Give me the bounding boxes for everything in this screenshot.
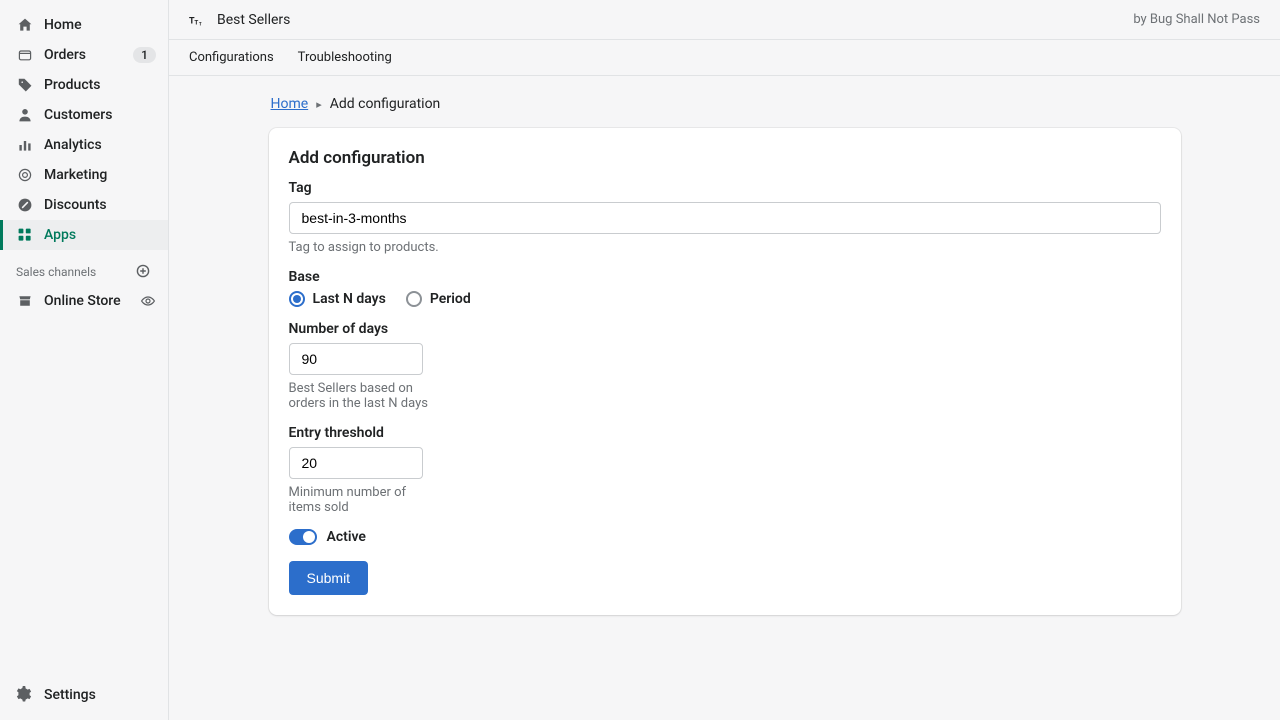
- svg-text:T: T: [194, 18, 198, 26]
- radio-last-n-days[interactable]: Last N days: [289, 291, 386, 307]
- store-icon: [16, 292, 34, 310]
- sidebar-item-marketing[interactable]: Marketing: [0, 160, 168, 190]
- tab-configurations[interactable]: Configurations: [189, 42, 274, 73]
- analytics-icon: [16, 136, 34, 154]
- breadcrumb-current: Add configuration: [330, 96, 441, 112]
- svg-text:T: T: [199, 21, 202, 27]
- radio-icon: [406, 291, 422, 307]
- sidebar-item-label: Products: [44, 77, 101, 93]
- apps-icon: [16, 226, 34, 244]
- days-label: Number of days: [289, 321, 1161, 337]
- sidebar-item-label: Orders: [44, 47, 86, 63]
- sidebar-item-label: Apps: [44, 227, 76, 243]
- submit-button[interactable]: Submit: [289, 561, 369, 595]
- threshold-label: Entry threshold: [289, 425, 1161, 441]
- sidebar-item-analytics[interactable]: Analytics: [0, 130, 168, 160]
- threshold-input[interactable]: [289, 447, 423, 479]
- base-label: Base: [289, 269, 1161, 285]
- sales-channels-heading: Sales channels: [0, 250, 168, 286]
- channel-label: Online Store: [44, 293, 121, 309]
- app-title: Best Sellers: [217, 12, 290, 28]
- eye-icon[interactable]: [140, 293, 156, 309]
- card-title: Add configuration: [289, 148, 1161, 168]
- home-icon: [16, 16, 34, 34]
- config-card: Add configuration Tag Tag to assign to p…: [269, 128, 1181, 615]
- sidebar-item-label: Analytics: [44, 137, 102, 153]
- breadcrumb-home[interactable]: Home: [271, 96, 309, 112]
- radio-label: Period: [430, 291, 471, 307]
- tag-input[interactable]: [289, 202, 1161, 234]
- sidebar-item-label: Marketing: [44, 167, 107, 183]
- sidebar-item-label: Home: [44, 17, 82, 33]
- radio-period[interactable]: Period: [406, 291, 471, 307]
- sidebar-item-products[interactable]: Products: [0, 70, 168, 100]
- sidebar-item-label: Customers: [44, 107, 112, 123]
- sidebar: Home Orders 1 Products Customers Analyti…: [0, 0, 169, 720]
- app-icon: TTT: [189, 13, 207, 27]
- chevron-right-icon: ▸: [316, 98, 322, 111]
- byline: by Bug Shall Not Pass: [1133, 12, 1260, 27]
- sidebar-settings[interactable]: Settings: [0, 680, 168, 710]
- orders-badge: 1: [133, 47, 156, 63]
- active-label: Active: [327, 529, 366, 545]
- customers-icon: [16, 106, 34, 124]
- channel-online-store[interactable]: Online Store: [0, 286, 168, 316]
- topbar: TTT Best Sellers by Bug Shall Not Pass: [169, 0, 1280, 40]
- days-input[interactable]: [289, 343, 423, 375]
- active-toggle[interactable]: [289, 529, 317, 545]
- threshold-help: Minimum number of items sold: [289, 485, 429, 515]
- sidebar-item-home[interactable]: Home: [0, 10, 168, 40]
- sidebar-item-label: Discounts: [44, 197, 107, 213]
- settings-icon: [16, 686, 34, 704]
- products-icon: [16, 76, 34, 94]
- days-help: Best Sellers based on orders in the last…: [289, 381, 429, 411]
- sidebar-item-customers[interactable]: Customers: [0, 100, 168, 130]
- orders-icon: [16, 46, 34, 64]
- settings-label: Settings: [44, 687, 96, 703]
- breadcrumb: Home ▸ Add configuration: [269, 96, 1181, 112]
- tabbar: Configurations Troubleshooting: [169, 40, 1280, 76]
- add-channel-button[interactable]: [136, 264, 152, 280]
- sidebar-item-discounts[interactable]: Discounts: [0, 190, 168, 220]
- sidebar-item-orders[interactable]: Orders 1: [0, 40, 168, 70]
- sidebar-item-apps[interactable]: Apps: [0, 220, 168, 250]
- radio-label: Last N days: [313, 291, 386, 307]
- discounts-icon: [16, 196, 34, 214]
- tab-troubleshooting[interactable]: Troubleshooting: [298, 42, 392, 73]
- tag-label: Tag: [289, 180, 1161, 196]
- tag-help: Tag to assign to products.: [289, 240, 1161, 255]
- marketing-icon: [16, 166, 34, 184]
- radio-icon: [289, 291, 305, 307]
